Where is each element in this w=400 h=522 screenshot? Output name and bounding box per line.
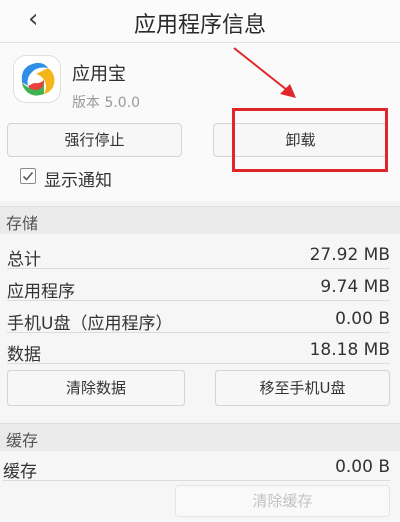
clear-data-button[interactable]: 清除数据 bbox=[7, 370, 185, 406]
move-to-usb-button[interactable]: 移至手机U盘 bbox=[215, 370, 390, 406]
row-label: 总计 bbox=[7, 250, 41, 270]
row-divider bbox=[7, 363, 390, 364]
annotation-arrow-icon bbox=[233, 47, 296, 98]
row-divider bbox=[7, 268, 390, 269]
row-value: 9.74 MB bbox=[320, 277, 390, 297]
row-value: 0.00 B bbox=[335, 457, 390, 477]
row-label: 应用程序 bbox=[7, 282, 75, 302]
app-version: 版本 5.0.0 bbox=[72, 95, 141, 111]
row-divider bbox=[7, 300, 390, 301]
checkmark-icon bbox=[22, 171, 34, 181]
row-value: 27.92 MB bbox=[309, 245, 390, 265]
storage-row-data: 数据 18.18 MB bbox=[0, 336, 400, 366]
title-bar: ‹ 应用程序信息 bbox=[0, 0, 400, 43]
clear-cache-button[interactable]: 清除缓存 bbox=[175, 485, 390, 517]
yingyongbao-app-icon bbox=[14, 56, 60, 102]
storage-section-header: 存储 bbox=[0, 206, 400, 235]
cache-row: 缓存 0.00 B bbox=[0, 453, 400, 483]
row-label: 缓存 bbox=[3, 462, 37, 482]
app-name: 应用宝 bbox=[72, 64, 126, 85]
show-notifications-label: 显示通知 bbox=[44, 171, 112, 191]
storage-row-usb: 手机U盘（应用程序） 0.00 B bbox=[0, 305, 400, 335]
page-title: 应用程序信息 bbox=[133, 13, 266, 38]
row-label: 手机U盘（应用程序） bbox=[7, 314, 173, 334]
row-value: 0.00 B bbox=[335, 309, 390, 329]
cache-heading: 缓存 bbox=[6, 431, 39, 450]
row-divider bbox=[3, 480, 390, 481]
storage-row-total: 总计 27.92 MB bbox=[0, 241, 400, 271]
storage-row-app: 应用程序 9.74 MB bbox=[0, 273, 400, 303]
row-label: 数据 bbox=[7, 345, 41, 365]
force-stop-button[interactable]: 强行停止 bbox=[7, 123, 182, 157]
annotation-highlight-box bbox=[232, 108, 388, 172]
show-notifications-checkbox[interactable] bbox=[20, 168, 36, 184]
cache-section-header: 缓存 bbox=[0, 423, 400, 452]
row-value: 18.18 MB bbox=[309, 340, 390, 360]
storage-heading: 存储 bbox=[6, 214, 39, 233]
row-divider bbox=[7, 332, 390, 333]
